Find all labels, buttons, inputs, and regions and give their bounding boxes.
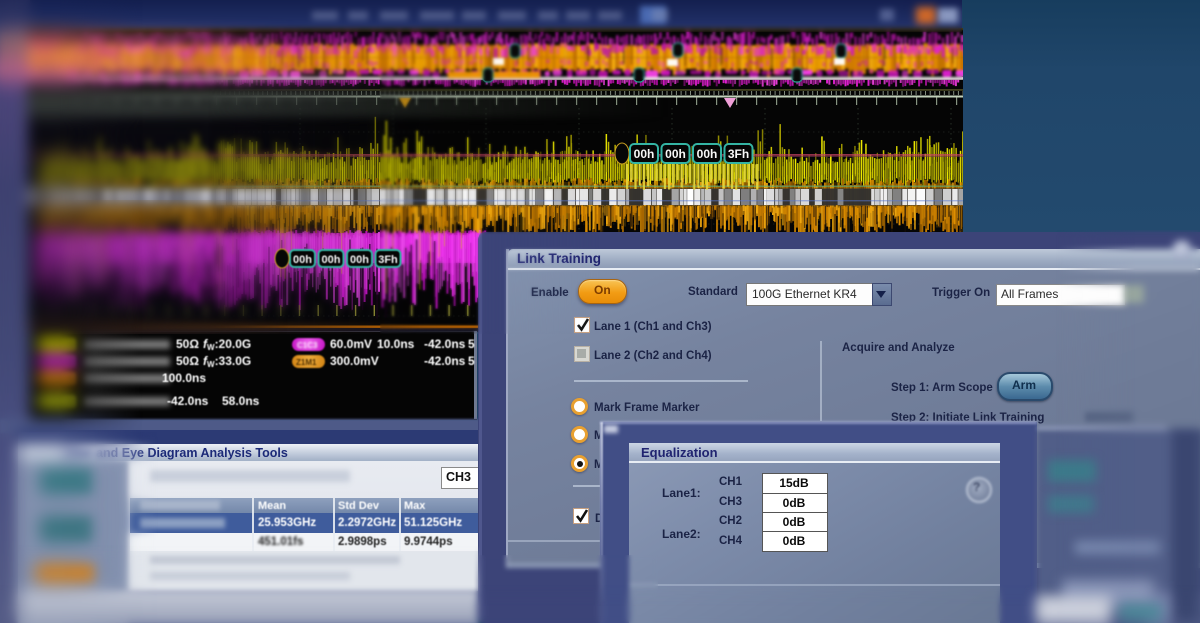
svg-text:00h: 00h (350, 254, 369, 266)
svg-text:00h: 00h (697, 147, 718, 161)
svg-text:3Fh: 3Fh (378, 254, 398, 266)
svg-text:00h: 00h (322, 254, 341, 266)
svg-text:00h: 00h (665, 147, 686, 161)
svg-text:00h: 00h (634, 147, 655, 161)
svg-text:00h: 00h (293, 254, 312, 266)
svg-text:3Fh: 3Fh (728, 147, 749, 161)
